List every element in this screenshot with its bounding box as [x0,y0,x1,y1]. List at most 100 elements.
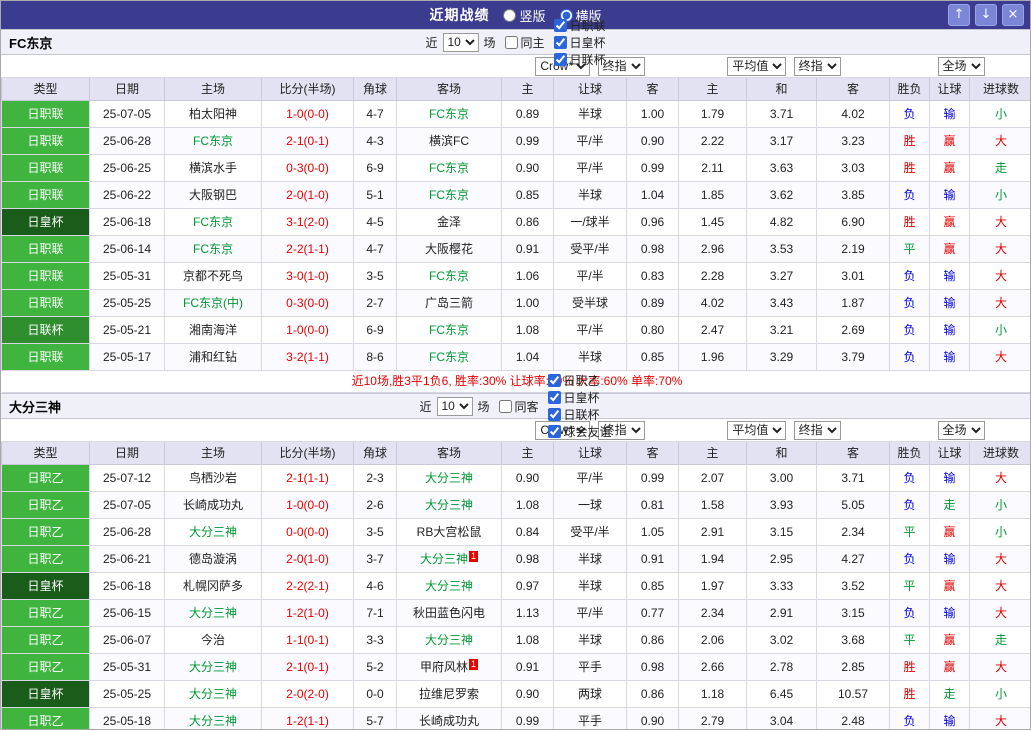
score-cell[interactable]: 3-1(2-0) [262,209,354,236]
away-team-cell[interactable]: RB大宫松鼠 [397,519,502,546]
column-header: 主 [679,78,747,101]
home-team-cell[interactable]: FC东京 [165,209,262,236]
away-team-cell[interactable]: FC东京 [397,344,502,371]
avg-odds-draw: 2.78 [747,654,817,681]
league-checkbox[interactable] [554,19,567,32]
league-type-cell: 日职乙 [2,600,90,627]
home-team-cell[interactable]: 京都不死鸟 [165,263,262,290]
away-team-cell[interactable]: 秋田蓝色闪电 [397,600,502,627]
score-cell[interactable]: 3-2(1-1) [262,344,354,371]
home-team-cell[interactable]: 浦和红钻 [165,344,262,371]
home-team-cell[interactable]: FC东京 [165,128,262,155]
away-team-cell[interactable]: 大阪樱花 [397,236,502,263]
away-team-cell[interactable]: 金泽 [397,209,502,236]
score-cell[interactable]: 2-1(1-1) [262,465,354,492]
home-team-cell[interactable]: 札幌冈萨多 [165,573,262,600]
score-cell[interactable]: 1-0(0-0) [262,317,354,344]
home-team-cell[interactable]: 大分三神 [165,708,262,730]
league-filter[interactable]: 日联杯 [548,51,606,68]
team-link: 拉维尼罗索 [419,687,479,701]
league-filter[interactable]: 日职乙 [542,372,612,389]
average-select[interactable]: 平均值 [727,57,786,76]
score-cell[interactable]: 1-1(0-1) [262,627,354,654]
home-team-cell[interactable]: 今治 [165,627,262,654]
home-team-cell[interactable]: FC东京(中) [165,290,262,317]
home-team-cell[interactable]: 长崎成功丸 [165,492,262,519]
away-team-cell[interactable]: 长崎成功丸 [397,708,502,730]
score-cell[interactable]: 2-2(1-1) [262,236,354,263]
away-team-cell[interactable]: FC东京 [397,155,502,182]
score-cell[interactable]: 2-1(0-1) [262,654,354,681]
away-team-cell[interactable]: 甲府风林1 [397,654,502,681]
average-select[interactable]: 平均值 [727,421,786,440]
average-odds-selectors: 平均值 终指 [679,419,890,442]
league-checkbox[interactable] [548,374,561,387]
score-cell[interactable]: 1-2(1-0) [262,600,354,627]
score-cell[interactable]: 1-0(0-0) [262,101,354,128]
scope-select[interactable]: 全场 [938,57,985,76]
away-team-cell[interactable]: 大分三神1 [397,546,502,573]
score-cell[interactable]: 0-3(0-0) [262,290,354,317]
average-time-select[interactable]: 终指 [794,57,841,76]
home-team-cell[interactable]: 德岛漩涡 [165,546,262,573]
away-team-cell[interactable]: FC东京 [397,263,502,290]
home-team-cell[interactable]: 横滨水手 [165,155,262,182]
league-filter[interactable]: 日皇杯 [542,389,612,406]
match-count-select[interactable]: 10 [436,397,472,416]
home-team-cell[interactable]: 大阪钢巴 [165,182,262,209]
scroll-up-button[interactable]: ↑ [948,4,970,26]
scope-select[interactable]: 全场 [938,421,985,440]
score-cell[interactable]: 2-0(1-0) [262,546,354,573]
home-team-cell[interactable]: 大分三神 [165,681,262,708]
handicap-odds-away: 0.91 [627,546,679,573]
home-team-cell[interactable]: 鸟栖沙岩 [165,465,262,492]
away-team-cell[interactable]: 大分三神 [397,627,502,654]
same-venue-filter[interactable]: 同主 [499,34,545,51]
league-checkbox[interactable] [554,53,567,66]
score-cell[interactable]: 2-2(2-1) [262,573,354,600]
vertical-radio-input[interactable] [503,9,516,22]
league-checkbox[interactable] [548,408,561,421]
home-team-cell[interactable]: 大分三神 [165,654,262,681]
score-cell[interactable]: 1-2(1-1) [262,708,354,730]
away-team-cell[interactable]: 大分三神 [397,465,502,492]
away-team-cell[interactable]: 大分三神 [397,492,502,519]
away-team-cell[interactable]: 广岛三箭 [397,290,502,317]
away-team-cell[interactable]: FC东京 [397,317,502,344]
away-team-cell[interactable]: FC东京 [397,101,502,128]
same-venue-filter[interactable]: 同客 [493,398,539,415]
home-team-cell[interactable]: 大分三神 [165,600,262,627]
home-team-cell[interactable]: 湘南海洋 [165,317,262,344]
score-cell[interactable]: 2-1(0-1) [262,128,354,155]
away-team-cell[interactable]: 大分三神 [397,573,502,600]
layout-vertical-option[interactable]: 竖版 [503,6,545,25]
home-team-cell[interactable]: 柏太阳神 [165,101,262,128]
league-checkbox[interactable] [554,36,567,49]
same-venue-checkbox[interactable] [505,36,518,49]
score-cell[interactable]: 1-0(0-0) [262,492,354,519]
scroll-down-button[interactable]: ↓ [975,4,997,26]
league-checkbox[interactable] [548,391,561,404]
score-cell[interactable]: 2-0(1-0) [262,182,354,209]
average-time-select[interactable]: 终指 [794,421,841,440]
league-filter[interactable]: 日皇杯 [548,34,606,51]
same-venue-checkbox[interactable] [499,400,512,413]
match-count-select[interactable]: 10 [442,33,478,52]
home-team-cell[interactable]: FC东京 [165,236,262,263]
away-team-cell[interactable]: FC东京 [397,182,502,209]
section-header-bar: FC东京 近 10 场 同主 日职联日皇杯日联杯 [1,29,1030,55]
score-cell[interactable]: 0-0(0-0) [262,519,354,546]
home-team-cell[interactable]: 大分三神 [165,519,262,546]
close-button[interactable]: × [1002,4,1024,26]
score-cell[interactable]: 3-0(1-0) [262,263,354,290]
league-filter[interactable]: 日职联 [548,17,606,34]
filter-bar: 近 10 场 同主 日职联日皇杯日联杯 [425,30,605,54]
score-cell[interactable]: 0-3(0-0) [262,155,354,182]
away-team-cell[interactable]: 拉维尼罗索 [397,681,502,708]
league-filter[interactable]: 日联杯 [542,406,612,423]
score-cell[interactable]: 2-0(2-0) [262,681,354,708]
league-filter[interactable]: 球会友谊 [542,423,612,440]
league-checkbox[interactable] [548,425,561,438]
away-team-cell[interactable]: 横滨FC [397,128,502,155]
handicap-odds-home: 1.13 [502,600,554,627]
